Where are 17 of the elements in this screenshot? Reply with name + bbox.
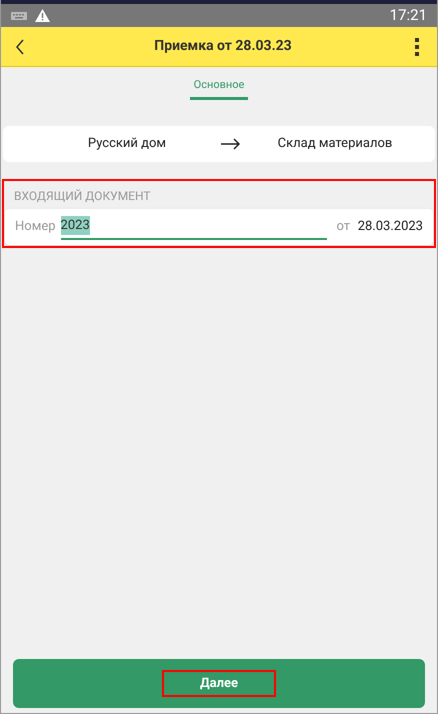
warning-icon — [35, 9, 50, 22]
status-time: 17:21 — [390, 5, 427, 26]
keyboard-icon — [11, 10, 27, 20]
number-value: 2023 — [60, 216, 90, 236]
next-button[interactable]: Далее — [13, 659, 425, 708]
highlight-frame: Далее — [162, 670, 276, 697]
screen-title: Приемка от 28.03.23 — [153, 37, 293, 56]
route-from: Русский дом — [86, 134, 168, 153]
number-field[interactable]: 2023 — [60, 214, 327, 240]
tab[interactable]: Основное — [190, 77, 248, 100]
arrow-icon — [221, 138, 241, 150]
date-label: от — [336, 218, 350, 236]
number-label: Номер — [15, 218, 56, 236]
section-title: ВХОДЯЩИЙ ДОКУМЕНТ — [13, 188, 152, 204]
route-to: Склад материалов — [276, 134, 394, 153]
back-icon — [15, 38, 25, 54]
date-value: 28.03.2023 — [358, 218, 423, 236]
